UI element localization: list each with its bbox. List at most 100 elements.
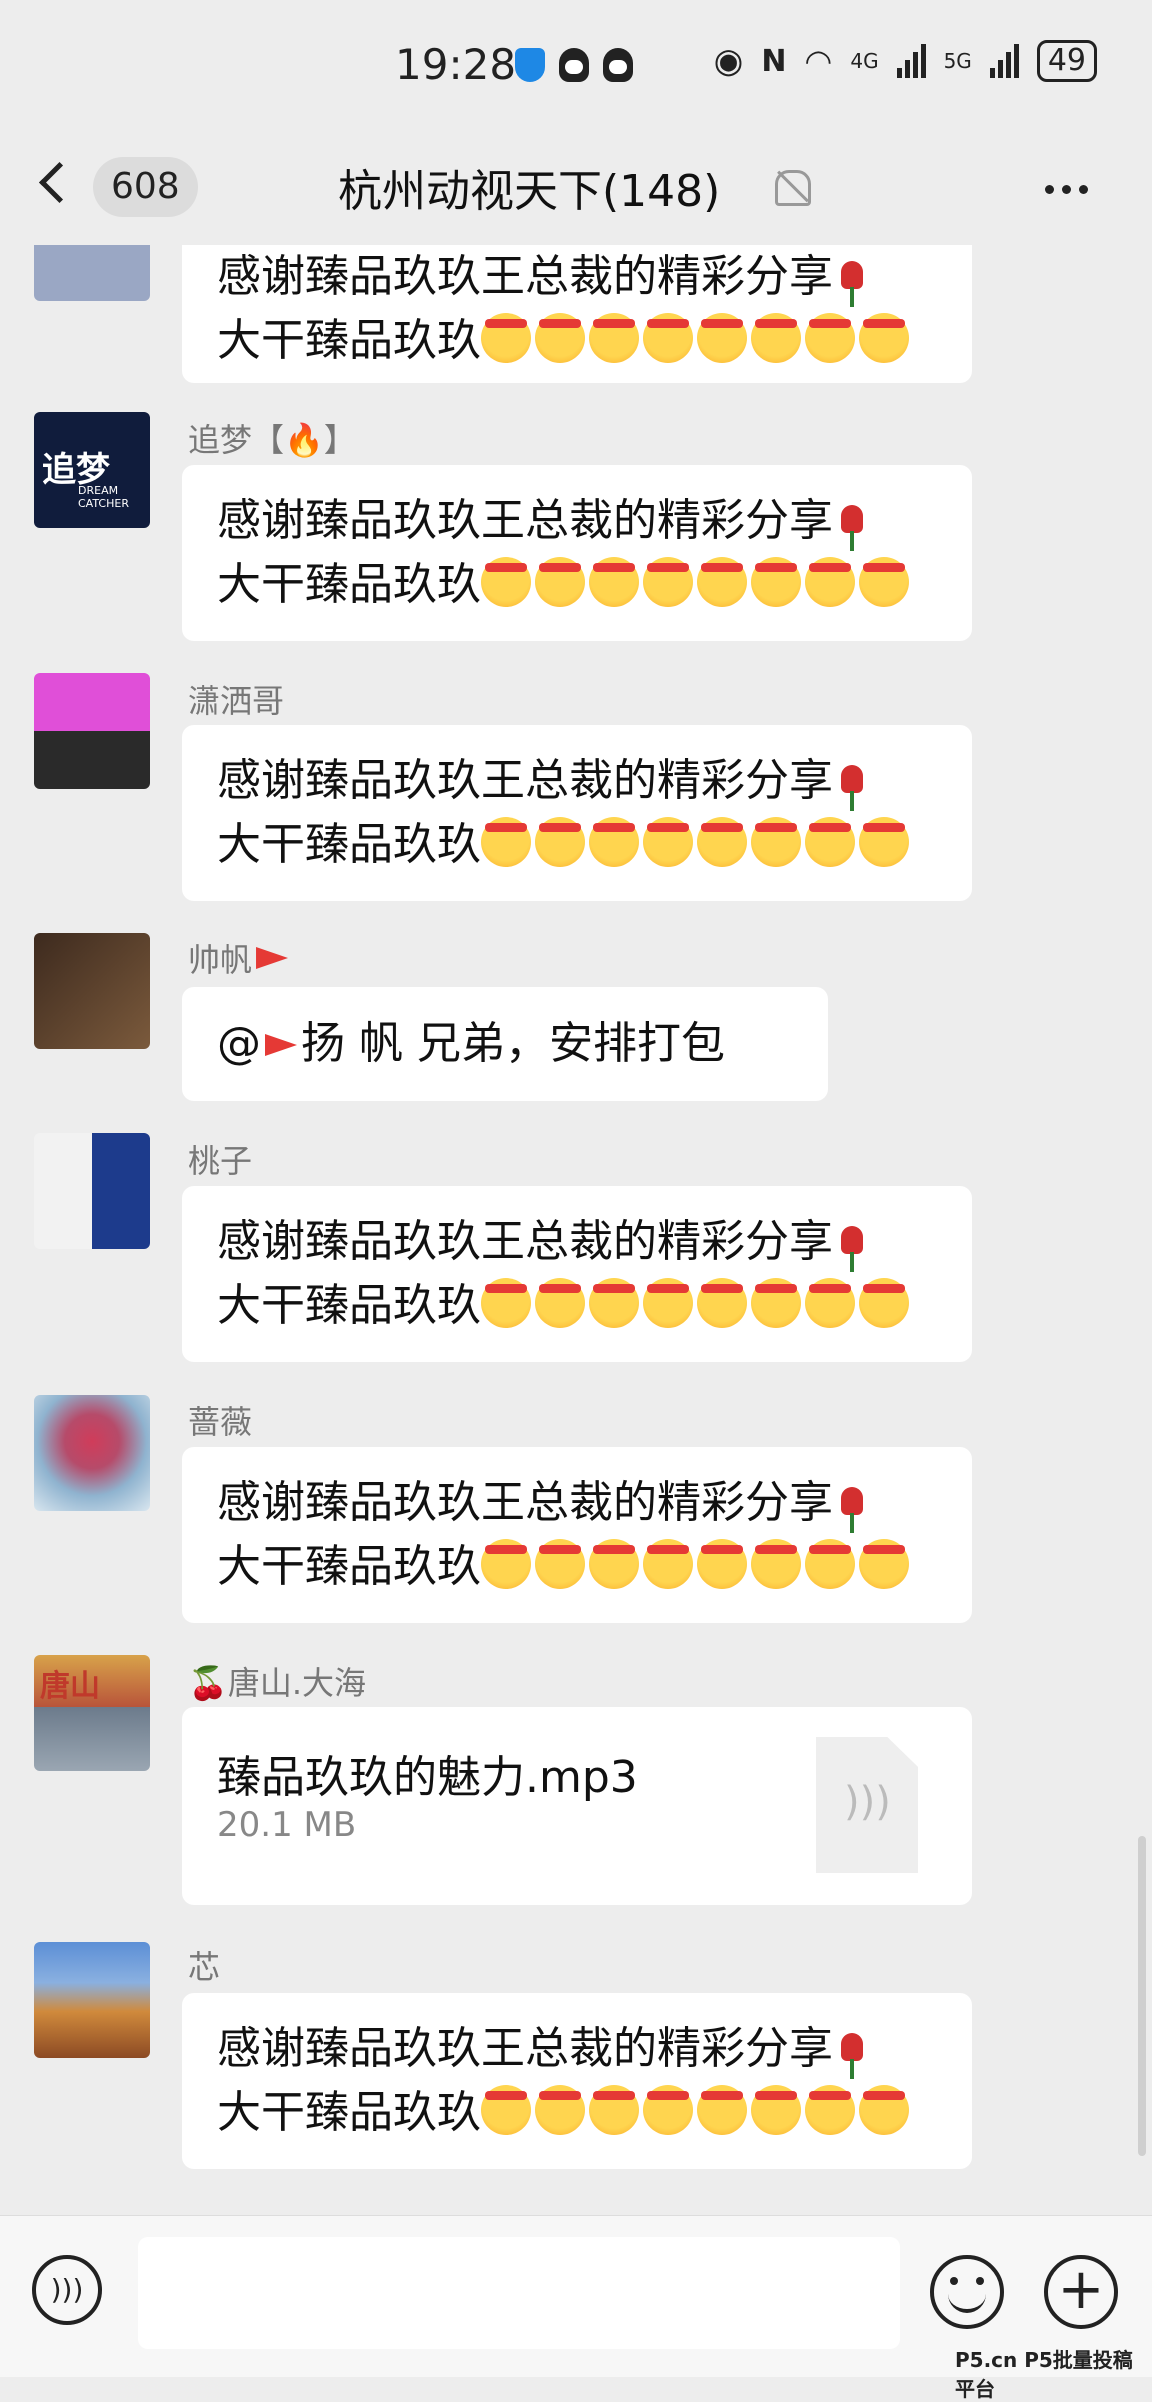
message-input[interactable]: [138, 2237, 900, 2349]
shush-emoji-icon: [697, 313, 747, 363]
message-bubble[interactable]: 感谢臻品玖玖王总裁的精彩分享 大干臻品玖玖: [182, 1447, 972, 1623]
sender-name[interactable]: 蔷薇: [188, 1397, 252, 1443]
message-bubble[interactable]: @ 扬 帆 兄弟，安排打包: [182, 987, 828, 1101]
shush-emoji-icon: [535, 313, 585, 363]
nfc-icon: N: [761, 43, 787, 79]
shush-emoji-icon: [481, 313, 531, 363]
qq-icon: [603, 48, 633, 82]
shush-emoji-icon: [643, 557, 693, 607]
watermark-text: P5.cn P5批量投稿平台: [955, 2348, 1133, 2401]
more-options-icon[interactable]: [1045, 185, 1088, 194]
sender-name[interactable]: 芯: [188, 1942, 220, 1988]
avatar[interactable]: [34, 1942, 150, 2058]
shield-icon: [515, 48, 545, 82]
sound-wave-icon: ))): [844, 1779, 891, 1825]
status-right: ◉ N ◠ 4G 5G 49: [714, 40, 1097, 82]
notification-icons: [515, 48, 633, 82]
avatar[interactable]: [34, 1395, 150, 1511]
message-line: 感谢臻品玖玖王总裁的精彩分享: [217, 1210, 972, 1274]
signal-icon: [896, 44, 926, 78]
message-bubble[interactable]: 感谢臻品玖玖王总裁的精彩分享 大干臻品玖玖: [182, 465, 972, 641]
shush-emoji-icon: [859, 1539, 909, 1589]
unread-count-badge[interactable]: 608: [93, 157, 198, 217]
signal-icon: [989, 44, 1019, 78]
shush-emoji-icon: [697, 1278, 747, 1328]
shush-emoji-icon: [751, 1539, 801, 1589]
shush-emoji-icon: [535, 1278, 585, 1328]
shush-emoji-icon: [805, 1539, 855, 1589]
sender-name[interactable]: 🍒唐山.大海: [188, 1658, 366, 1704]
red-flag-icon: [265, 1034, 297, 1056]
shush-emoji-icon: [805, 557, 855, 607]
shush-emoji-icon: [697, 557, 747, 607]
shush-emoji-icon: [751, 557, 801, 607]
message-bubble[interactable]: 感谢臻品玖玖王总裁的精彩分享 大干臻品玖玖: [182, 245, 972, 383]
avatar[interactable]: [34, 1133, 150, 1249]
avatar[interactable]: 唐山: [34, 1655, 150, 1771]
message-bubble[interactable]: 感谢臻品玖玖王总裁的精彩分享 大干臻品玖玖: [182, 1993, 972, 2169]
voice-input-button[interactable]: ))): [32, 2255, 102, 2325]
message-line: 感谢臻品玖玖王总裁的精彩分享: [217, 749, 972, 813]
avatar[interactable]: [34, 933, 150, 1049]
shush-emoji-icon: [805, 313, 855, 363]
message-bubble[interactable]: 感谢臻品玖玖王总裁的精彩分享 大干臻品玖玖: [182, 1186, 972, 1362]
eye-icon: ◉: [713, 41, 744, 81]
shush-emoji-icon: [859, 313, 909, 363]
message-line: 大干臻品玖玖: [217, 2081, 972, 2145]
mute-bell-icon: [775, 170, 811, 206]
shush-emoji-icon: [643, 2085, 693, 2135]
sender-name[interactable]: 桃子: [188, 1136, 252, 1182]
shush-emoji-icon: [589, 1278, 639, 1328]
message-line: 感谢臻品玖玖王总裁的精彩分享: [217, 489, 972, 553]
shush-emoji-icon: [589, 313, 639, 363]
sender-name[interactable]: 帅帆: [188, 935, 292, 981]
message-line: 感谢臻品玖玖王总裁的精彩分享: [217, 2017, 972, 2081]
shush-emoji-icon: [859, 1278, 909, 1328]
message-line: 大干臻品玖玖: [217, 1274, 972, 1338]
emoji-button[interactable]: [930, 2255, 1004, 2329]
shush-emoji-icon: [859, 557, 909, 607]
shush-emoji-icon: [805, 2085, 855, 2135]
shush-emoji-icon: [481, 2085, 531, 2135]
red-flag-icon: [256, 947, 289, 969]
qq-icon: [559, 48, 589, 82]
message-line: 感谢臻品玖玖王总裁的精彩分享: [217, 245, 972, 309]
shush-emoji-icon: [643, 817, 693, 867]
message-list[interactable]: 感谢臻品玖玖王总裁的精彩分享 大干臻品玖玖 追梦 DREAM CATCHER 追…: [0, 245, 1152, 2215]
rose-emoji-icon: [841, 261, 863, 307]
shush-emoji-icon: [589, 557, 639, 607]
message-line: 大干臻品玖玖: [217, 309, 972, 373]
avatar[interactable]: [34, 245, 150, 301]
scrollbar[interactable]: [1138, 1836, 1146, 2156]
rose-emoji-icon: [841, 1226, 863, 1272]
shush-emoji-icon: [481, 1539, 531, 1589]
status-bar: 19:28 ◉ N ◠ 4G 5G 49: [0, 0, 1152, 135]
shush-emoji-icon: [859, 817, 909, 867]
more-actions-button[interactable]: +: [1044, 2255, 1118, 2329]
shush-emoji-icon: [481, 817, 531, 867]
network-label: 5G: [943, 49, 972, 73]
rose-emoji-icon: [841, 2033, 863, 2079]
shush-emoji-icon: [589, 2085, 639, 2135]
message-bubble[interactable]: 感谢臻品玖玖王总裁的精彩分享 大干臻品玖玖: [182, 725, 972, 901]
file-message-bubble[interactable]: 臻品玖玖的魅力.mp3 20.1 MB ))): [182, 1707, 972, 1905]
shush-emoji-icon: [535, 1539, 585, 1589]
shush-emoji-icon: [589, 1539, 639, 1589]
avatar-text: 唐山: [40, 1669, 100, 1704]
shush-emoji-icon: [643, 1539, 693, 1589]
shush-emoji-icon: [805, 1278, 855, 1328]
shush-emoji-icon: [805, 817, 855, 867]
status-time: 19:28: [395, 40, 517, 89]
shush-emoji-icon: [751, 313, 801, 363]
sender-name[interactable]: 潇洒哥: [188, 676, 284, 722]
shush-emoji-icon: [535, 817, 585, 867]
avatar[interactable]: [34, 673, 150, 789]
shush-emoji-icon: [643, 1278, 693, 1328]
file-size: 20.1 MB: [217, 1805, 357, 1845]
chat-title: 杭州动视天下(148): [338, 166, 721, 217]
shush-emoji-icon: [859, 2085, 909, 2135]
message-line: 大干臻品玖玖: [217, 1535, 972, 1599]
sender-name[interactable]: 追梦【🔥】: [188, 415, 356, 461]
avatar[interactable]: 追梦 DREAM CATCHER: [34, 412, 150, 528]
shush-emoji-icon: [481, 1278, 531, 1328]
